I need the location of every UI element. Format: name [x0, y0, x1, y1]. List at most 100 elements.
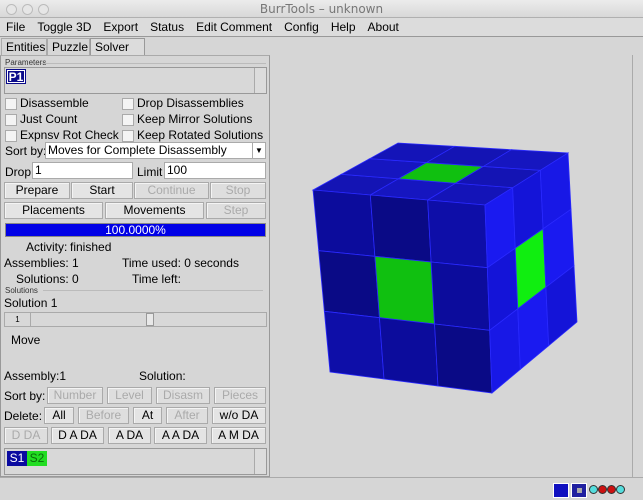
- limit-input[interactable]: 100: [164, 162, 266, 179]
- d-da-button: D DA: [4, 427, 48, 444]
- menu-help[interactable]: Help: [325, 18, 362, 36]
- movements-button[interactable]: Movements: [105, 202, 204, 219]
- chevron-down-icon[interactable]: ▼: [252, 143, 265, 158]
- menu-status[interactable]: Status: [144, 18, 190, 36]
- solution-info-label: Solution:: [139, 369, 186, 383]
- solutions-divider: [43, 290, 263, 291]
- d-a-da-button[interactable]: D A DA: [51, 427, 104, 444]
- drop-label: Drop: [5, 165, 32, 179]
- checkbox-box[interactable]: [122, 129, 134, 142]
- sort-by-value: Moves for Complete Disassembly: [48, 143, 227, 157]
- a-a-da-button[interactable]: A A DA: [154, 427, 207, 444]
- checkbox-box[interactable]: [5, 113, 17, 126]
- checkbox-label: Expnsv Rot Check: [20, 128, 119, 142]
- solver-panel: Parameters P1 Disassemble Drop Disassemblie…: [0, 55, 270, 477]
- cube-face-front: [379, 317, 439, 387]
- assemblies-count: Assemblies: 1: [4, 256, 79, 270]
- cube-face-front: [434, 323, 493, 394]
- view-scrollbar[interactable]: [632, 55, 643, 477]
- progress-bar: 100.0000%: [5, 223, 266, 237]
- cube-face-front: [318, 250, 380, 319]
- checkbox-box[interactable]: [122, 113, 134, 126]
- delete-before-button: Before: [78, 407, 129, 424]
- menu-bar: File Toggle 3D Export Status Edit Comment Con…: [0, 18, 643, 37]
- checkbox-just-count[interactable]: Just Count: [5, 112, 77, 126]
- cube-face-front: [427, 199, 488, 269]
- 3d-view[interactable]: [270, 55, 643, 477]
- shape-item-s2[interactable]: S2: [27, 451, 47, 466]
- checkbox-disassemble[interactable]: Disassemble: [5, 96, 89, 110]
- checkbox-keep-mirror-solutions[interactable]: Keep Mirror Solutions: [122, 112, 252, 126]
- a-m-da-button[interactable]: A M DA: [211, 427, 266, 444]
- parameters-divider: [41, 63, 266, 64]
- menu-toggle-3d[interactable]: Toggle 3D: [31, 18, 97, 36]
- activity-label: Activity:: [26, 240, 68, 254]
- menu-edit-comment[interactable]: Edit Comment: [190, 18, 278, 36]
- checkbox-box[interactable]: [5, 97, 17, 110]
- checkbox-box[interactable]: [5, 129, 17, 142]
- delete-after-button: After: [166, 407, 208, 424]
- assembly-label: Assembly:1: [4, 369, 67, 383]
- title-bar: BurrTools – unknown: [0, 0, 643, 18]
- checkbox-drop-disassemblies[interactable]: Drop Disassemblies: [122, 96, 244, 110]
- solution-slider-handle[interactable]: [146, 313, 154, 326]
- checkbox-box[interactable]: [122, 97, 134, 110]
- placements-button[interactable]: Placements: [4, 202, 103, 219]
- menu-config[interactable]: Config: [278, 18, 325, 36]
- tab-solver[interactable]: Solver: [90, 38, 145, 55]
- solutions-count: Solutions: 0: [16, 272, 79, 286]
- cube-face-front: [323, 310, 385, 380]
- sort-level-button: Level: [107, 387, 152, 404]
- a-da-button[interactable]: A DA: [108, 427, 151, 444]
- delete-w-o-da-button[interactable]: w/o DA: [212, 407, 266, 424]
- solutions-legend: Solutions: [5, 286, 38, 295]
- prepare-button[interactable]: Prepare: [4, 182, 70, 199]
- checkbox-expnsv-rot-check[interactable]: Expnsv Rot Check: [5, 128, 119, 142]
- move-label: Move: [11, 333, 41, 347]
- stop-button: Stop: [210, 182, 266, 199]
- sort-pieces-button: Pieces: [214, 387, 266, 404]
- piece-color-dots-icon[interactable]: [589, 485, 625, 494]
- close-window-button[interactable]: [6, 4, 17, 15]
- time-used: Time used: 0 seconds: [122, 256, 239, 270]
- activity-value: finished: [70, 240, 112, 254]
- checkbox-label: Keep Rotated Solutions: [137, 128, 264, 142]
- menu-about[interactable]: About: [362, 18, 405, 36]
- checkbox-label: Just Count: [20, 112, 78, 126]
- minimize-window-button[interactable]: [22, 4, 33, 15]
- delete-label: Delete:: [4, 409, 43, 423]
- drop-input[interactable]: 1: [32, 162, 133, 179]
- cube-face-green-front: [374, 255, 435, 325]
- shape-item-s1[interactable]: S1: [7, 451, 27, 466]
- delete-all-button[interactable]: All: [44, 407, 74, 424]
- sort-by-select[interactable]: Moves for Complete Disassembly ▼: [45, 142, 266, 159]
- zoom-window-button[interactable]: [38, 4, 49, 15]
- window-title: BurrTools – unknown: [259, 2, 384, 16]
- color-mode-pattern-icon[interactable]: [571, 483, 587, 498]
- menu-file[interactable]: File: [0, 18, 31, 36]
- cube-face-front: [312, 189, 376, 257]
- shapes-list[interactable]: S1 S2: [4, 448, 267, 475]
- checkbox-label: Drop Disassemblies: [137, 96, 244, 110]
- color-mode-solid-icon[interactable]: [553, 483, 569, 498]
- time-left: Time left:: [132, 272, 181, 286]
- start-button[interactable]: Start: [71, 182, 133, 199]
- checkbox-label: Keep Mirror Solutions: [137, 112, 253, 126]
- cube-face-front: [430, 261, 491, 331]
- menu-export[interactable]: Export: [97, 18, 144, 36]
- cube-face-front: [369, 194, 432, 263]
- checkbox-keep-rotated-solutions[interactable]: Keep Rotated Solutions: [122, 128, 263, 142]
- limit-label: Limit: [137, 165, 163, 179]
- tab-puzzle[interactable]: Puzzle: [47, 38, 90, 55]
- progress-text: 100.0000%: [105, 223, 166, 237]
- solution-slider[interactable]: 1: [4, 312, 267, 327]
- shapes-scrollbar[interactable]: [254, 449, 266, 474]
- delete-at-button[interactable]: At: [133, 407, 162, 424]
- parameter-item-p1[interactable]: P1: [6, 69, 26, 84]
- puzzle-cube-render[interactable]: [270, 55, 643, 477]
- parameters-scrollbar[interactable]: [254, 68, 266, 93]
- tab-entities[interactable]: Entities: [1, 38, 47, 55]
- parameters-list[interactable]: P1: [4, 67, 267, 94]
- checkbox-label: Disassemble: [20, 96, 89, 110]
- sort-solutions-label: Sort by:: [4, 389, 46, 403]
